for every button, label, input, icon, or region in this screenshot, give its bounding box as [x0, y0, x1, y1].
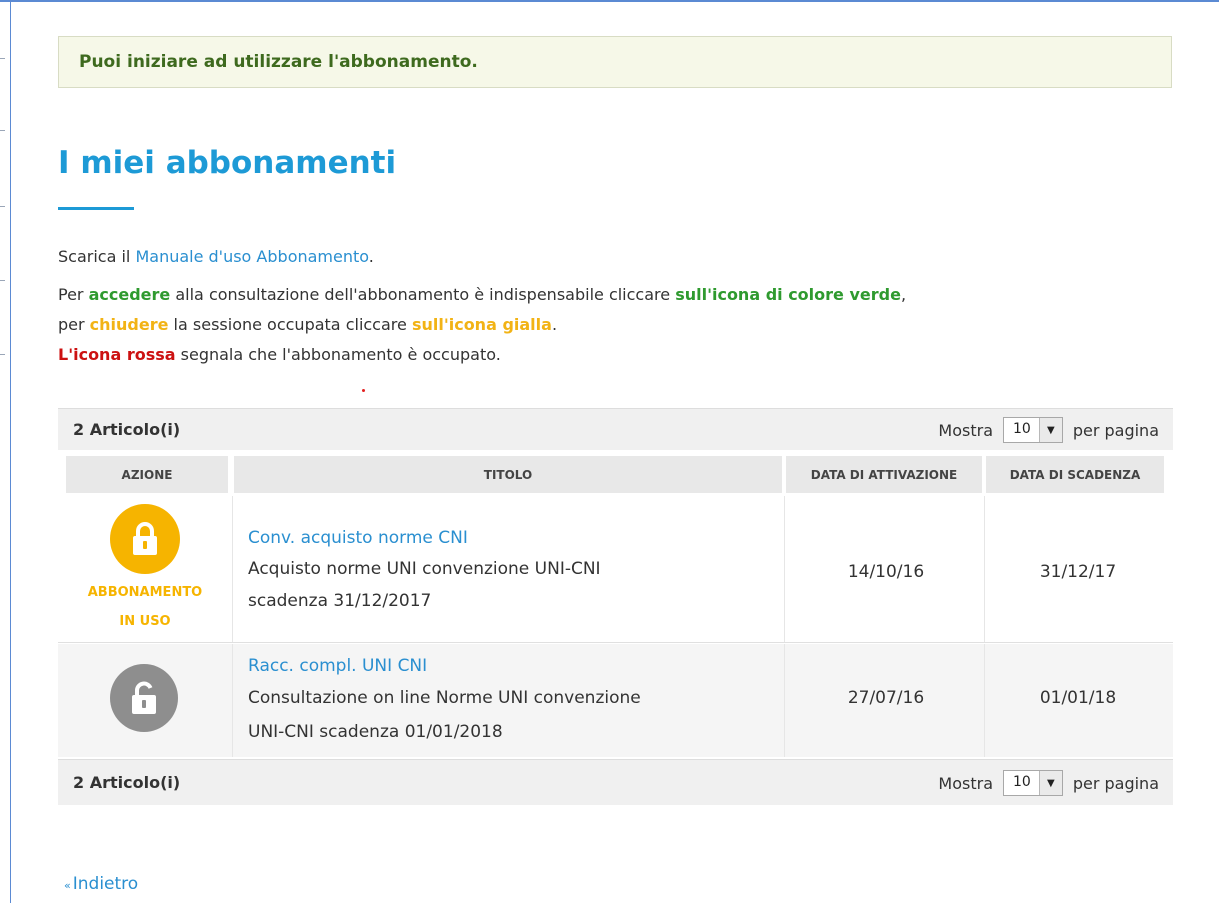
- back-label: Indietro: [72, 874, 139, 894]
- lock-closed-icon[interactable]: [110, 504, 180, 574]
- intro-text: per: [58, 315, 90, 334]
- title-underline: [58, 207, 134, 210]
- column-divider: [984, 644, 985, 757]
- expiry-date: 31/12/17: [1039, 562, 1117, 582]
- green-icon-highlight: sull'icona di colore verde: [675, 285, 901, 304]
- column-divider: [232, 644, 233, 757]
- red-dot-mark: [362, 389, 365, 392]
- chevron-down-icon[interactable]: ▼: [1038, 771, 1062, 795]
- per-page-label: per pagina: [1072, 420, 1159, 440]
- subscription-description: Acquisto norme UNI convenzione UNI-CNI: [248, 559, 601, 579]
- table-toolbar-top: 2 Articolo(i) Mostra 10 ▼ per pagina: [58, 408, 1173, 450]
- page-size-select[interactable]: 10 ▼: [1003, 417, 1063, 443]
- column-header-action[interactable]: AZIONE: [66, 456, 228, 493]
- frame-tick: [0, 130, 5, 131]
- activation-date: 27/07/16: [847, 688, 925, 708]
- back-arrow-icon: «: [64, 879, 71, 892]
- intro-text: la sessione occupata cliccare: [168, 315, 412, 334]
- subscription-description: Consultazione on line Norme UNI convenzi…: [248, 688, 641, 708]
- frame-tick: [0, 354, 5, 355]
- frame-tick: [0, 206, 5, 207]
- page-size-control: Mostra 10 ▼ per pagina: [938, 770, 1159, 796]
- notice-text: Puoi iniziare ad utilizzare l'abbonament…: [79, 52, 478, 72]
- column-divider: [784, 496, 785, 642]
- subscription-description: scadenza 31/12/2017: [248, 591, 432, 611]
- column-header-expiry[interactable]: DATA DI SCADENZA: [986, 456, 1164, 493]
- page-size-select[interactable]: 10 ▼: [1003, 770, 1063, 796]
- column-divider: [984, 496, 985, 642]
- intro-text: .: [368, 247, 374, 266]
- subscription-status-label: ABBONAMENTO: [87, 585, 203, 600]
- intro-text: alla consultazione dell'abbonamento è in…: [170, 285, 676, 304]
- yellow-icon-highlight: sull'icona gialla: [411, 315, 552, 334]
- show-label: Mostra: [938, 420, 993, 440]
- intro-line-close: per chiudere la sessione occupata clicca…: [58, 315, 557, 334]
- expiry-date: 01/01/18: [1039, 688, 1117, 708]
- subscription-title-link[interactable]: Racc. compl. UNI CNI: [248, 656, 427, 676]
- intro-line-manual: Scarica il Manuale d'uso Abbonamento.: [58, 247, 374, 266]
- intro-text: .: [551, 315, 558, 334]
- page-title: I miei abbonamenti: [58, 145, 397, 181]
- subscription-status-label: IN USO: [119, 614, 171, 629]
- intro-text: Per: [58, 285, 89, 304]
- item-count: 2 Articolo(i): [73, 420, 181, 439]
- column-header-activation[interactable]: DATA DI ATTIVAZIONE: [786, 456, 982, 493]
- table-row: ABBONAMENTO IN USO Conv. acquisto norme …: [58, 496, 1173, 643]
- page-size-control: Mostra 10 ▼ per pagina: [938, 417, 1159, 443]
- back-link[interactable]: «Indietro: [64, 874, 138, 894]
- page-size-value: 10: [1013, 421, 1031, 437]
- frame-left-border: [10, 0, 11, 903]
- intro-text: ,: [900, 285, 907, 304]
- item-count: 2 Articolo(i): [73, 773, 181, 792]
- show-label: Mostra: [938, 773, 993, 793]
- success-notice: Puoi iniziare ad utilizzare l'abbonament…: [58, 36, 1172, 88]
- table-row: Racc. compl. UNI CNI Consultazione on li…: [58, 644, 1173, 757]
- chevron-down-icon[interactable]: ▼: [1038, 418, 1062, 442]
- access-highlight: accedere: [88, 285, 171, 304]
- frame-tick: [0, 58, 5, 59]
- subscription-description: UNI-CNI scadenza 01/01/2018: [248, 722, 503, 742]
- manual-link[interactable]: Manuale d'uso Abbonamento: [135, 247, 368, 266]
- lock-open-icon[interactable]: [110, 664, 178, 732]
- intro-text: segnala che l'abbonamento è occupato.: [175, 345, 501, 364]
- per-page-label: per pagina: [1072, 773, 1159, 793]
- subscription-title-link[interactable]: Conv. acquisto norme CNI: [248, 528, 468, 548]
- table-toolbar-bottom: 2 Articolo(i) Mostra 10 ▼ per pagina: [58, 759, 1173, 805]
- column-divider: [784, 644, 785, 757]
- frame-top-border: [0, 0, 1219, 2]
- frame-tick: [0, 280, 5, 281]
- red-icon-highlight: L'icona rossa: [58, 345, 176, 364]
- intro-line-access: Per accedere alla consultazione dell'abb…: [58, 285, 906, 304]
- column-header-title[interactable]: TITOLO: [234, 456, 782, 493]
- intro-line-red: L'icona rossa segnala che l'abbonamento …: [58, 345, 501, 364]
- activation-date: 14/10/16: [847, 562, 925, 582]
- intro-text: Scarica il: [58, 247, 136, 266]
- page-size-value: 10: [1013, 774, 1031, 790]
- close-highlight: chiudere: [89, 315, 169, 334]
- column-divider: [232, 496, 233, 642]
